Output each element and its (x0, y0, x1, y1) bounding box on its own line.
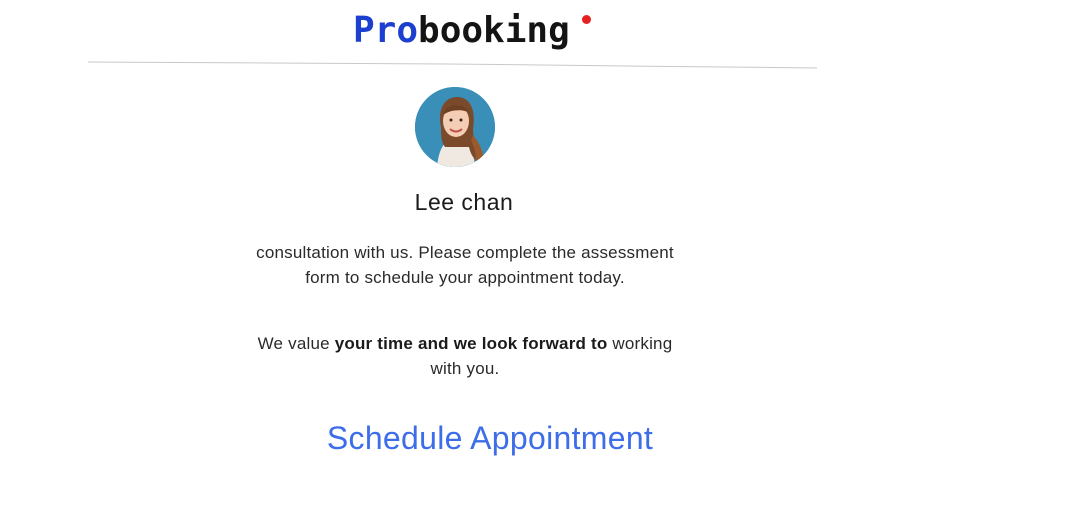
avatar (415, 87, 495, 167)
logo-pro-text: Pro (353, 10, 419, 51)
value-bold-text: your time and we look forward to (334, 334, 608, 353)
header-divider (88, 61, 817, 69)
profile-photo-icon (415, 87, 495, 167)
logo-booking-text: booking (418, 10, 592, 51)
profile-name: Lee chan (414, 189, 514, 215)
schedule-appointment-link[interactable]: Schedule Appointment (300, 420, 680, 457)
value-prefix: We value (257, 334, 335, 353)
value-paragraph: We value your time and we look forward t… (250, 331, 680, 381)
probooking-logo: Probooking (353, 8, 592, 54)
logo-dot-icon (582, 15, 592, 24)
message-paragraph: consultation with us. Please complete th… (256, 243, 674, 287)
